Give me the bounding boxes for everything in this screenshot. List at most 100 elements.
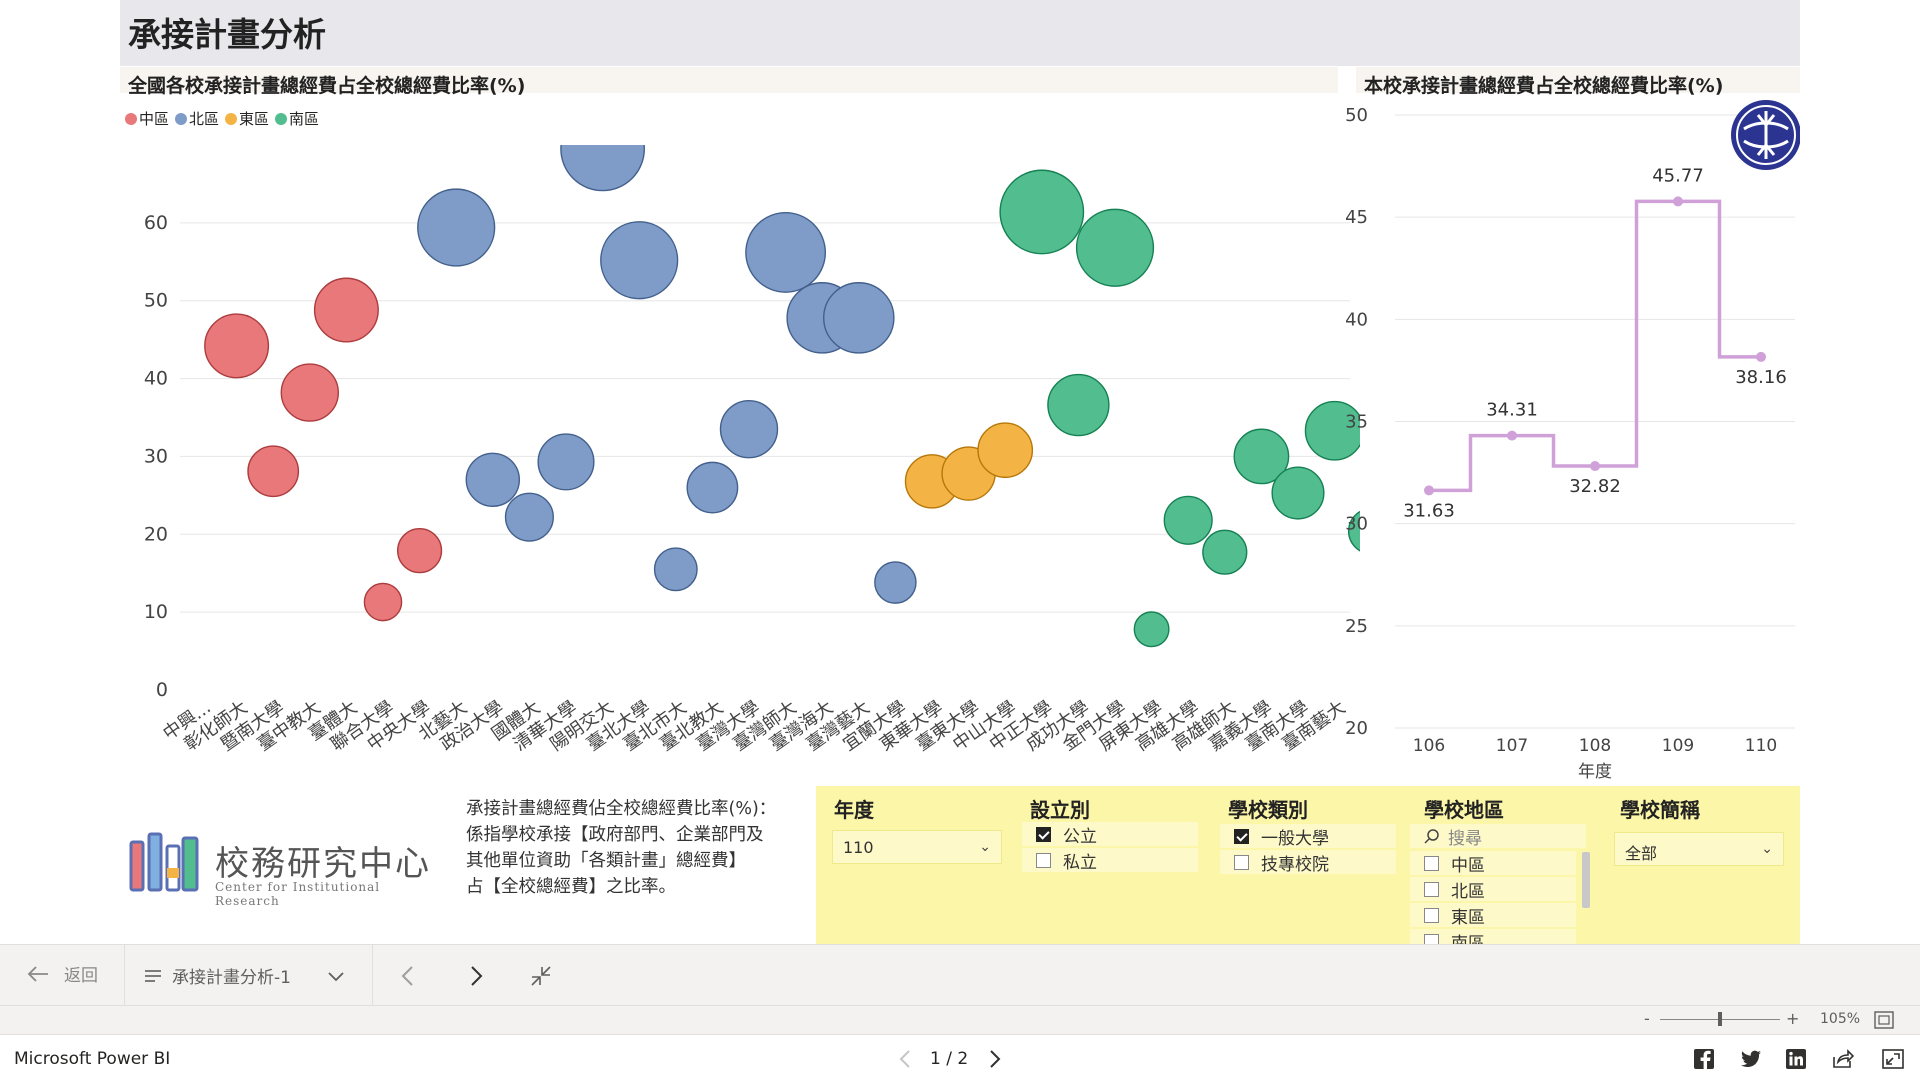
bubble-point — [313, 277, 379, 343]
y-tick-label: 30 — [144, 445, 168, 467]
next-page-button[interactable] — [468, 965, 484, 992]
y-tick-label: 45 — [1345, 207, 1368, 228]
option-label: 技專校院 — [1261, 854, 1329, 875]
arrow-left-icon — [27, 965, 48, 982]
school-type-option-general[interactable]: 一般大學 — [1220, 824, 1396, 849]
data-point — [1673, 196, 1683, 207]
region-option-south[interactable]: 南區 — [1410, 929, 1576, 944]
chevron-left-icon — [401, 966, 413, 986]
establish-option-private[interactable]: 私立 — [1022, 848, 1198, 873]
fullscreen-icon[interactable] — [1882, 1049, 1904, 1069]
app-footer: Microsoft Power BI 1 / 2 — [0, 1034, 1920, 1080]
legend-label: 南區 — [289, 110, 320, 128]
option-label: 南區 — [1451, 933, 1485, 945]
school-name-slicer-header: 學校簡稱 — [1620, 798, 1700, 822]
bubble-point — [537, 433, 595, 491]
option-label: 一般大學 — [1261, 828, 1329, 849]
x-tick-label: 108 — [1579, 736, 1611, 756]
facebook-icon[interactable] — [1694, 1049, 1714, 1069]
y-tick-label: 20 — [144, 523, 168, 545]
right-chart-title: 本校承接計畫總經費占全校總經費比率(%) — [1356, 67, 1800, 97]
share-icon[interactable] — [1832, 1049, 1854, 1069]
collapse-button[interactable] — [530, 965, 552, 992]
bubble-point — [823, 282, 895, 354]
series-line — [1429, 199, 1761, 493]
bubble-point — [600, 221, 679, 300]
y-tick-label: 25 — [1345, 616, 1368, 637]
y-tick-label: 40 — [144, 368, 168, 390]
establish-slicer: 設立別 公立 私立 — [1012, 786, 1208, 944]
establish-option-public[interactable]: 公立 — [1022, 822, 1198, 847]
region-scrollbar[interactable] — [1582, 852, 1590, 908]
bubble-point — [874, 561, 917, 604]
zoom-slider-handle[interactable] — [1718, 1012, 1722, 1026]
legend-label: 中區 — [139, 110, 170, 128]
option-label: 中區 — [1451, 855, 1485, 876]
description-line: 其他單位資助「各類計畫」總經費】 — [466, 851, 746, 871]
bubble-point — [363, 582, 403, 622]
zoom-in-button[interactable]: + — [1786, 1009, 1799, 1028]
bubble-point — [1075, 208, 1155, 287]
linkedin-icon[interactable] — [1786, 1049, 1806, 1069]
legend-label: 東區 — [239, 110, 270, 128]
bubble-point — [1202, 529, 1248, 575]
zoom-out-button[interactable]: - — [1644, 1009, 1650, 1028]
establish-slicer-header: 設立別 — [1030, 798, 1090, 822]
y-tick-label: 50 — [1345, 105, 1368, 126]
x-axis-title: 年度 — [1578, 762, 1612, 782]
twitter-icon[interactable] — [1740, 1049, 1762, 1069]
bubble-point — [1163, 495, 1213, 545]
chevron-right-icon[interactable] — [988, 1049, 1002, 1069]
region-option-east[interactable]: 東區 — [1410, 903, 1576, 928]
bubble-point — [397, 528, 443, 574]
year-slicer-header: 年度 — [834, 798, 874, 822]
bubble-point — [504, 492, 554, 542]
fit-to-page-icon[interactable] — [1874, 1011, 1894, 1029]
legend-item-central[interactable]: 中區 — [125, 108, 169, 129]
list-icon — [145, 969, 161, 982]
legend-label: 北區 — [189, 110, 220, 128]
description-line: 占【全校總經費】之比率。 — [466, 877, 676, 897]
zoom-level: 105% — [1820, 1011, 1861, 1027]
school-name-dropdown[interactable]: 全部 ⌄ — [1614, 832, 1784, 866]
chevron-down-icon: ⌄ — [1761, 841, 1773, 857]
scatter-chart: 0102030405060中興...彰化師大暨南大學臺中教大臺體大聯合大學中央大… — [144, 145, 1360, 755]
metric-description: 承接計畫總經費佔全校總經費比率(%)： 係指學校承接【政府部門、企業部門及 其他… — [466, 796, 806, 900]
app-name: Microsoft Power BI — [14, 1049, 171, 1069]
search-placeholder: 搜尋 — [1448, 828, 1482, 849]
bubble-point — [977, 422, 1034, 479]
bubble-point — [1047, 373, 1110, 437]
region-option-north[interactable]: 北區 — [1410, 877, 1576, 902]
year-dropdown[interactable]: 110 ⌄ — [832, 830, 1002, 864]
region-search-input[interactable]: 搜尋 — [1410, 824, 1586, 849]
y-tick-label: 30 — [1345, 514, 1368, 535]
y-tick-label: 10 — [144, 601, 168, 623]
data-label: 31.63 — [1403, 500, 1455, 521]
option-label: 公立 — [1063, 826, 1097, 847]
left-chart-title: 全國各校承接計畫總經費占全校總經費比率(%) — [120, 67, 1338, 97]
bubble-point — [999, 169, 1085, 255]
bubble-point — [280, 363, 340, 422]
y-tick-label: 20 — [1345, 718, 1368, 739]
checkbox-checked-icon — [1036, 826, 1051, 842]
school-type-option-tech[interactable]: 技專校院 — [1220, 850, 1396, 875]
region-slicer: 學校地區 搜尋 中區 北區 東區 南區 — [1406, 786, 1602, 944]
back-button[interactable]: 返回 — [26, 961, 98, 986]
school-name-dropdown-value: 全部 — [1625, 844, 1658, 863]
legend-item-east[interactable]: 東區 — [225, 108, 269, 129]
page-selector[interactable]: 承接計畫分析-1 — [144, 963, 345, 988]
legend-dot-icon — [175, 113, 188, 125]
chevron-left-icon[interactable] — [898, 1049, 912, 1069]
description-line: 承接計畫總經費佔全校總經費比率(%)： — [466, 799, 777, 819]
legend-item-south[interactable]: 南區 — [275, 108, 319, 129]
report-nav-bar: 返回 承接計畫分析-1 — [0, 944, 1920, 1007]
cir-logo: 校務研究中心 Center for Institutional Research — [125, 832, 445, 908]
option-label: 私立 — [1063, 852, 1097, 873]
previous-page-button[interactable] — [400, 965, 416, 992]
bubble-point — [1133, 611, 1170, 648]
region-slicer-header: 學校地區 — [1424, 798, 1504, 822]
region-option-central[interactable]: 中區 — [1410, 851, 1576, 876]
report-canvas: 承接計畫分析 全國各校承接計畫總經費占全校總經費比率(%) 本校承接計畫總經費占… — [0, 0, 1920, 1080]
legend-item-north[interactable]: 北區 — [175, 108, 219, 129]
bubble-layer — [204, 145, 1360, 648]
